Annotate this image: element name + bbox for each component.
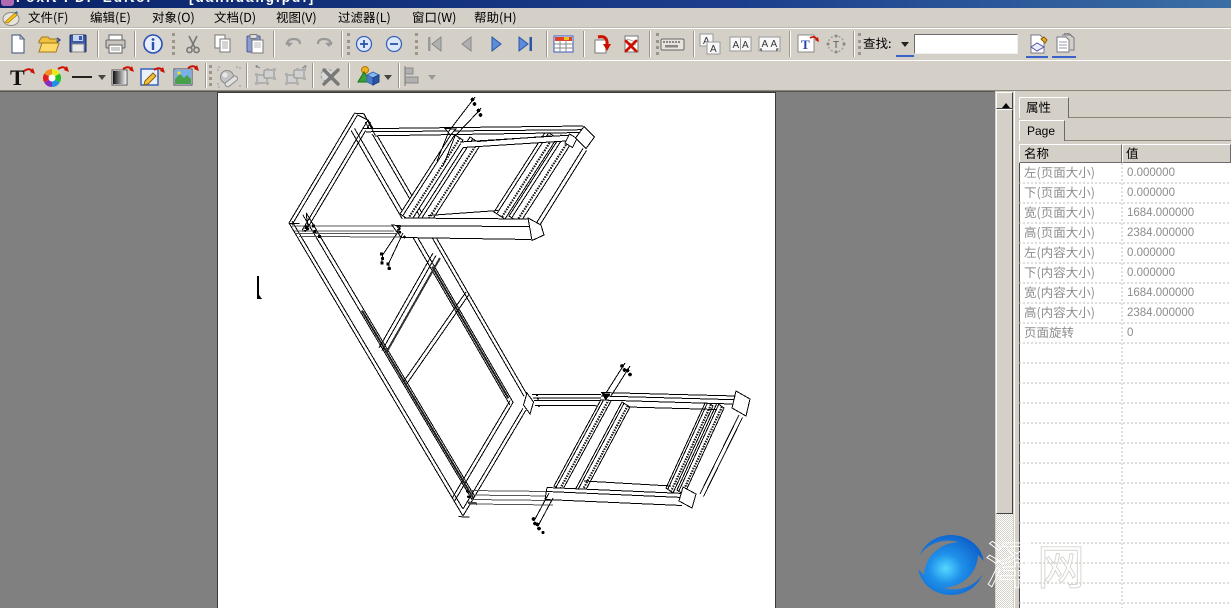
svg-text:A: A bbox=[742, 40, 749, 51]
svg-text:A: A bbox=[733, 40, 740, 51]
svg-text:T: T bbox=[10, 65, 25, 89]
svg-text:A: A bbox=[771, 39, 778, 50]
svg-text:T: T bbox=[801, 37, 810, 52]
svg-text:A: A bbox=[762, 39, 769, 50]
svg-text:A: A bbox=[710, 44, 717, 55]
svg-text:T: T bbox=[833, 40, 839, 51]
